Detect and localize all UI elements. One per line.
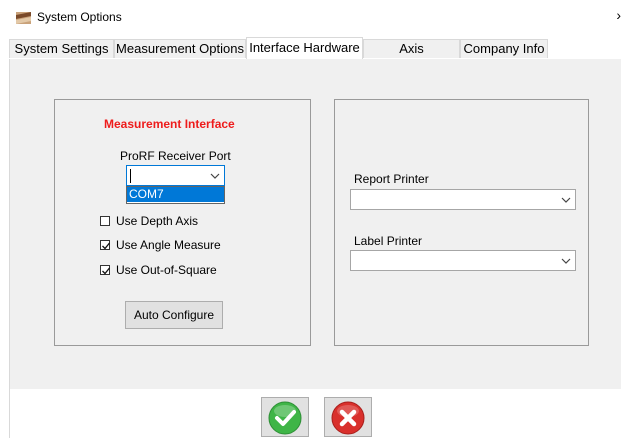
report-printer-label: Report Printer (354, 172, 429, 186)
checkbox-checked-icon[interactable] (100, 265, 111, 275)
receiver-port-combo[interactable] (126, 165, 225, 186)
cancel-button[interactable] (324, 397, 372, 437)
window-border (9, 389, 10, 438)
use-out-of-square-label: Use Out-of-Square (116, 263, 217, 277)
close-chevron-icon[interactable]: › (616, 7, 621, 23)
auto-configure-button[interactable]: Auto Configure (125, 301, 223, 329)
chevron-down-icon[interactable] (557, 190, 575, 209)
tab-axis-parameters[interactable]: Axis Parameters (363, 39, 460, 74)
use-depth-axis-checkbox[interactable]: Use Depth Axis (100, 214, 198, 228)
printers-group: Report Printer Label Printer (334, 99, 589, 346)
label-printer-combo[interactable] (350, 250, 576, 271)
measurement-interface-title: Measurement Interface (104, 117, 235, 131)
measurement-interface-group: Measurement Interface ProRF Receiver Por… (54, 99, 311, 346)
receiver-port-label: ProRF Receiver Port (120, 149, 231, 163)
chevron-down-icon[interactable] (206, 166, 224, 185)
receiver-port-dropdown-list: COM7 (126, 186, 225, 204)
text-caret (130, 169, 131, 183)
use-out-of-square-checkbox[interactable]: Use Out-of-Square (100, 263, 217, 277)
report-printer-combo[interactable] (350, 189, 576, 210)
tab-interface-hardware[interactable]: Interface Hardware (246, 37, 363, 60)
ok-button[interactable] (261, 397, 309, 437)
window-title: System Options (37, 10, 122, 24)
dropdown-option-com7[interactable]: COM7 (127, 187, 224, 202)
tab-measurement-options[interactable]: Measurement Options (114, 39, 246, 58)
tab-strip: System Settings Measurement Options Inte… (9, 37, 621, 74)
use-angle-measure-checkbox[interactable]: Use Angle Measure (100, 238, 221, 252)
checkbox-unchecked-icon[interactable] (100, 216, 110, 226)
chevron-down-icon[interactable] (557, 251, 575, 270)
use-depth-axis-label: Use Depth Axis (116, 214, 199, 228)
use-angle-measure-label: Use Angle Measure (116, 238, 221, 252)
app-logo-icon (16, 11, 31, 24)
tab-system-settings[interactable]: System Settings (9, 39, 114, 58)
tab-content-panel: Measurement Interface ProRF Receiver Por… (9, 59, 621, 389)
checkbox-checked-icon[interactable] (100, 240, 111, 250)
tab-company-info[interactable]: Company Info (460, 39, 548, 58)
title-bar: System Options › (0, 0, 621, 36)
label-printer-label: Label Printer (354, 234, 423, 248)
